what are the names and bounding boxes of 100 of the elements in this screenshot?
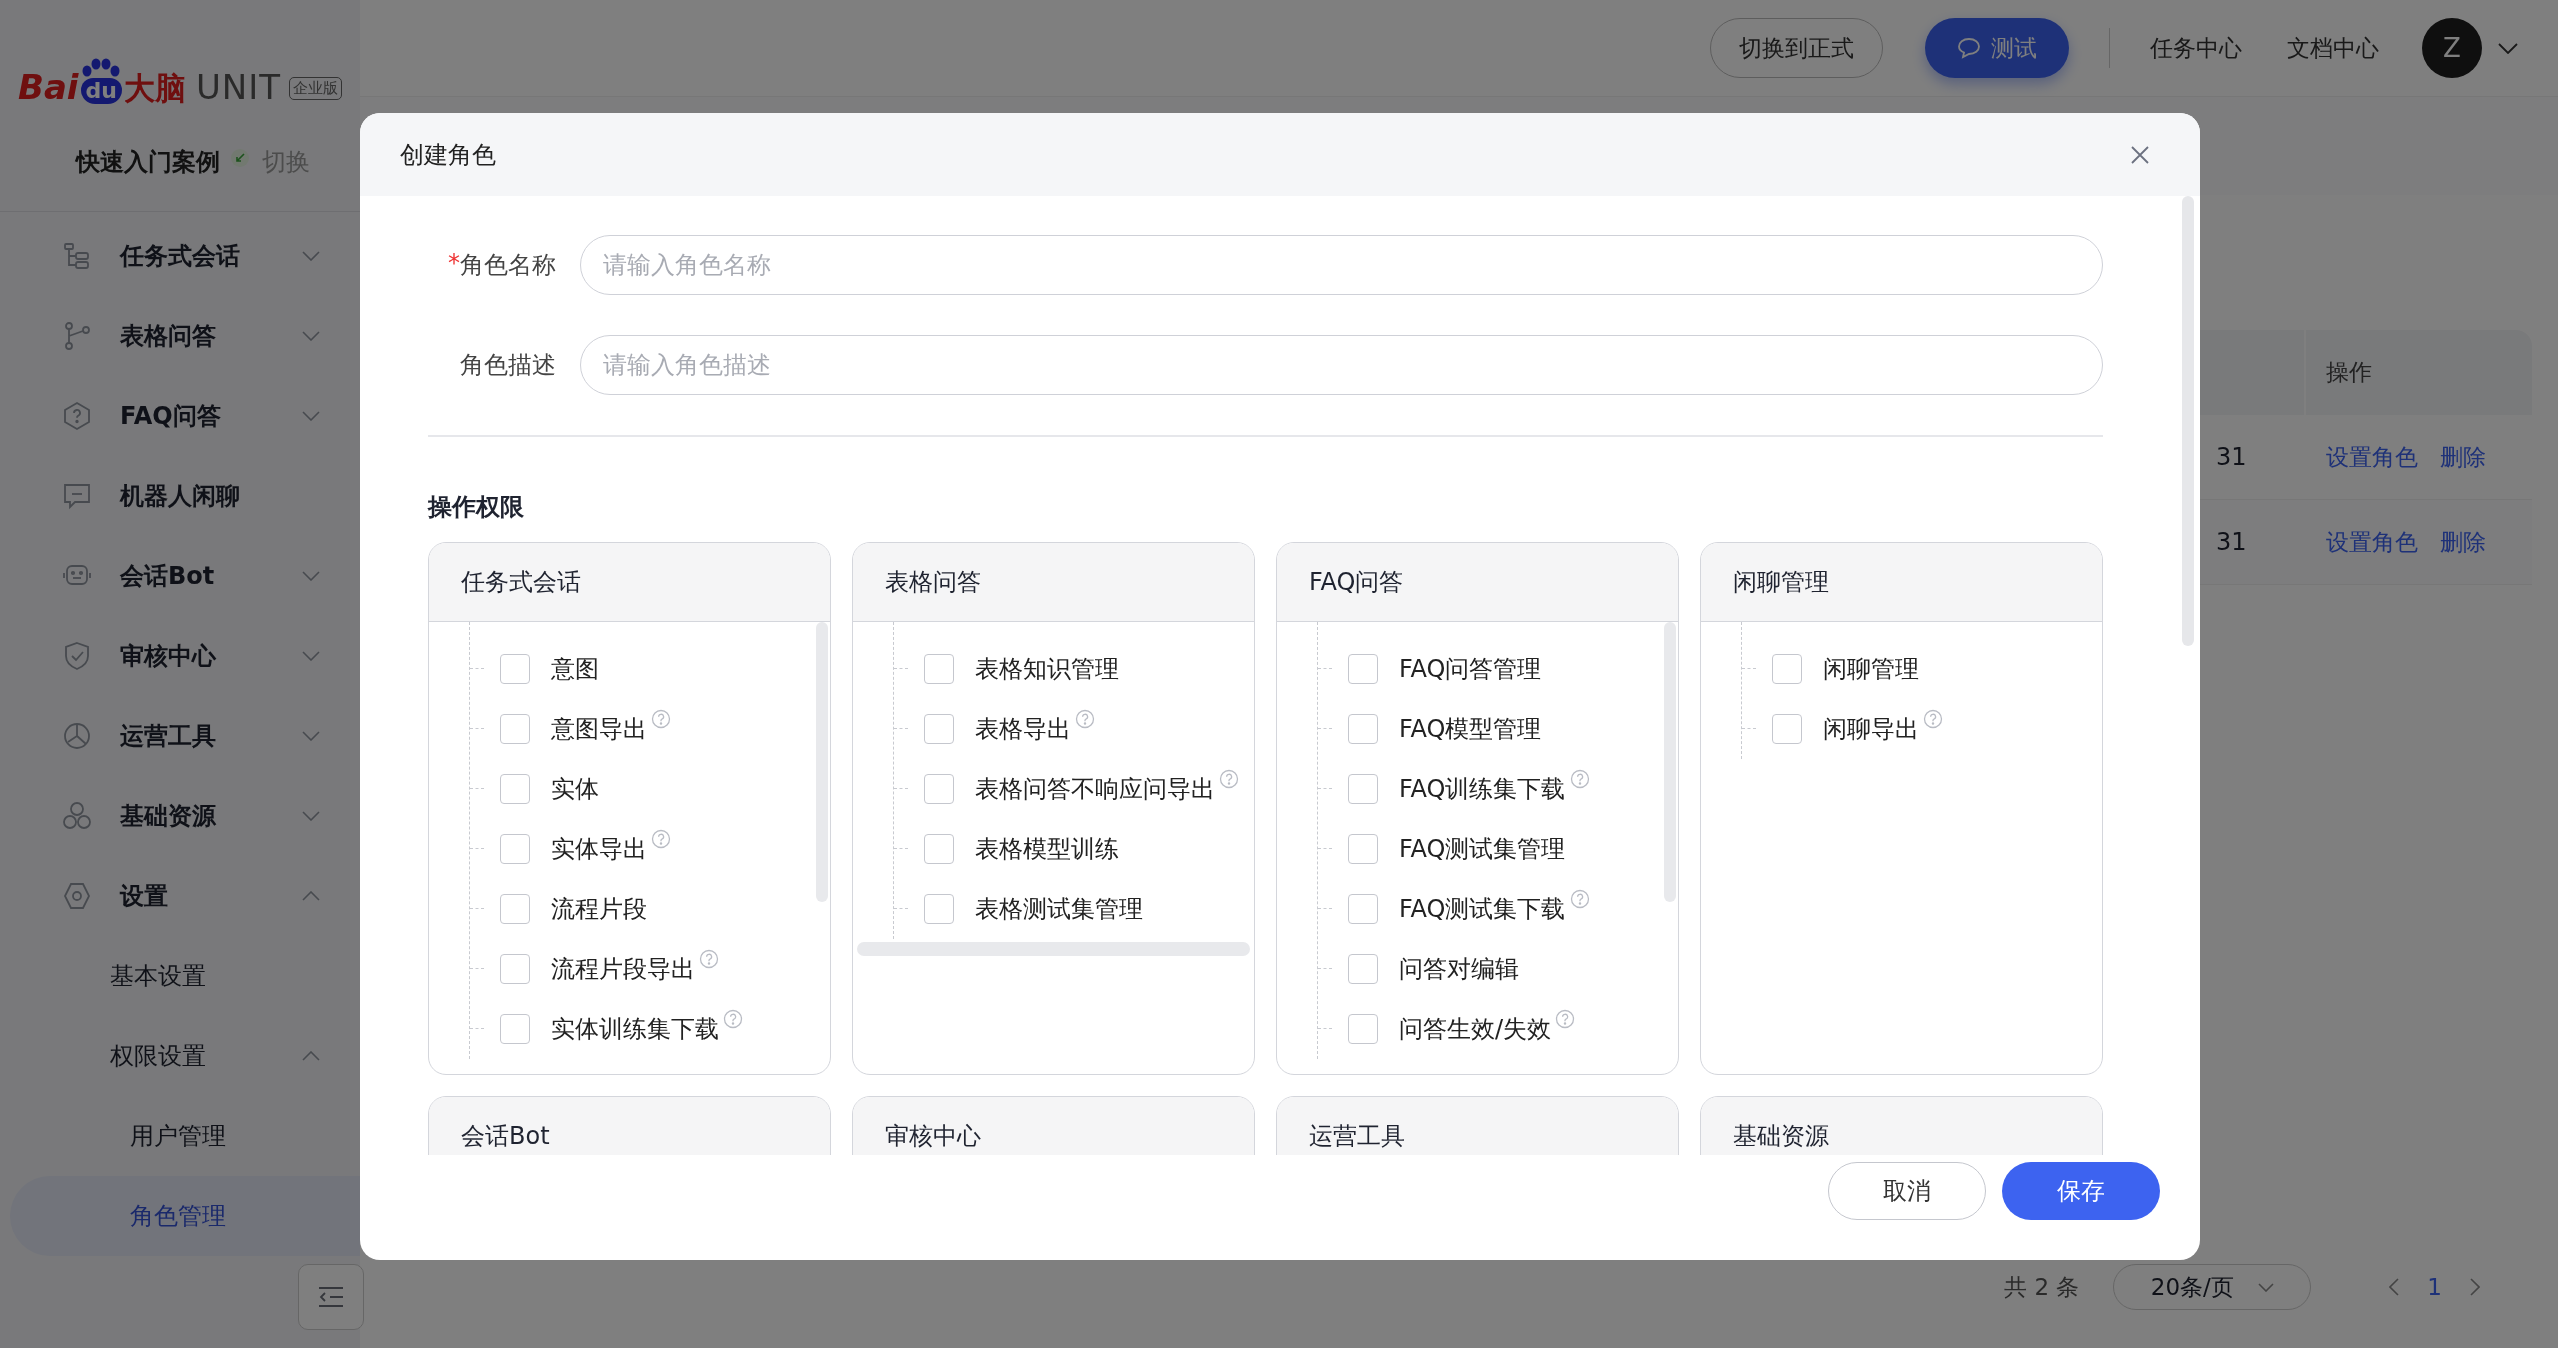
scrollbar[interactable] xyxy=(1664,621,1676,902)
action-link[interactable]: 删除 xyxy=(2440,526,2486,558)
help-icon[interactable] xyxy=(699,948,719,969)
permission-label: 表格模型训练 xyxy=(975,833,1119,865)
tree-icon xyxy=(62,241,92,271)
nav-link[interactable]: 文档中心 xyxy=(2287,32,2379,64)
logo-text: 大脑 xyxy=(123,73,186,104)
checkbox[interactable] xyxy=(924,773,954,804)
action-link[interactable]: 删除 xyxy=(2440,441,2486,473)
nav-item[interactable]: 权限设置 xyxy=(10,1016,360,1096)
permission-label: 实体导出 xyxy=(551,833,647,865)
previous-page-icon[interactable] xyxy=(2389,1278,2400,1296)
help-icon[interactable] xyxy=(1075,708,1095,729)
cancel-button[interactable]: 取消 xyxy=(1828,1162,1986,1220)
checkbox[interactable] xyxy=(1348,833,1378,864)
action-link[interactable]: 设置角色 xyxy=(2326,441,2418,473)
collapse-button[interactable] xyxy=(298,1264,364,1330)
permission-label: 闲聊导出 xyxy=(1823,713,1919,745)
checkbox[interactable] xyxy=(1348,953,1378,984)
permission-label: FAQ模型管理 xyxy=(1399,713,1542,745)
checkbox[interactable] xyxy=(1348,1013,1378,1044)
permission-label: 表格测试集管理 xyxy=(975,893,1143,925)
nav-item[interactable]: 任务式会话 xyxy=(10,216,360,296)
checkbox[interactable] xyxy=(500,953,530,984)
close-icon[interactable] xyxy=(2130,144,2150,165)
permission-label: 流程片段 xyxy=(551,893,647,925)
nav-item[interactable]: 机器人闲聊 xyxy=(10,456,360,536)
checkbox[interactable] xyxy=(1772,713,1802,744)
field-label: 角色描述 xyxy=(460,350,556,381)
help-icon[interactable] xyxy=(1569,888,1590,909)
checkbox[interactable] xyxy=(500,653,530,684)
input-field[interactable]: 请输入角色名称 xyxy=(580,235,2103,295)
avatar[interactable]: Z xyxy=(2422,18,2482,78)
required-mark: * xyxy=(448,249,460,279)
chevron-down-icon xyxy=(2257,1282,2274,1292)
checkbox[interactable] xyxy=(924,713,954,744)
checkbox[interactable] xyxy=(1772,653,1802,684)
checkbox[interactable] xyxy=(924,893,954,924)
checkbox[interactable] xyxy=(1348,893,1378,924)
checkbox[interactable] xyxy=(500,713,530,744)
checkbox[interactable] xyxy=(500,833,530,864)
permission-label: 实体训练集下载 xyxy=(551,1013,719,1045)
nav-link[interactable]: 任务中心 xyxy=(2150,32,2242,64)
nav-item[interactable]: 基础资源 xyxy=(10,776,360,856)
save-button[interactable]: 保存 xyxy=(2002,1162,2160,1220)
help-icon[interactable] xyxy=(1923,708,1943,729)
checkbox[interactable] xyxy=(924,653,954,684)
permission-label: FAQ测试集下载 xyxy=(1399,893,1566,925)
quick-start-link[interactable]: 快速入门案例 xyxy=(76,145,220,178)
checkbox[interactable] xyxy=(924,833,954,864)
table-cell: 31 xyxy=(2216,443,2247,471)
panel-title: 运营工具 xyxy=(1309,1120,1405,1152)
paw-logo: du xyxy=(80,58,122,104)
nav-item[interactable]: 基本设置 xyxy=(10,936,360,1016)
next-page-icon[interactable] xyxy=(2470,1278,2480,1296)
checkbox[interactable] xyxy=(1348,713,1378,744)
chat-icon xyxy=(1956,37,1981,59)
nav-item[interactable]: 设置 xyxy=(10,856,360,936)
checkbox[interactable] xyxy=(1348,773,1378,804)
help-icon[interactable] xyxy=(1569,768,1590,789)
test-button[interactable]: 测试 xyxy=(1924,18,2069,78)
logo-text: UNIT xyxy=(195,70,282,104)
help-icon[interactable] xyxy=(651,708,671,729)
help-icon[interactable] xyxy=(723,1008,743,1029)
permission-label: 问答生效/失效 xyxy=(1399,1013,1552,1045)
nav-item[interactable]: 审核中心 xyxy=(10,616,360,696)
panel-title: 表格问答 xyxy=(885,566,981,598)
nav-item[interactable]: 表格问答 xyxy=(10,296,360,376)
help-icon[interactable] xyxy=(1219,768,1239,789)
nav-item[interactable]: FAQ问答 xyxy=(10,376,360,456)
switch-button[interactable]: 切换到正式 xyxy=(1709,18,1883,78)
permission-label: FAQ训练集下载 xyxy=(1399,773,1566,805)
branch-icon xyxy=(62,321,92,351)
nav-item[interactable]: 角色管理 xyxy=(10,1176,360,1256)
permission-label: 表格问答不响应问导出 xyxy=(975,773,1215,805)
permission-label: 问答对编辑 xyxy=(1399,953,1519,985)
scrollbar[interactable] xyxy=(2182,196,2194,646)
checkbox[interactable] xyxy=(1348,653,1378,684)
scrollbar[interactable] xyxy=(816,621,828,902)
permission-label: 实体 xyxy=(551,773,599,805)
field-label: 角色名称 xyxy=(460,250,556,281)
page-number[interactable]: 1 xyxy=(2427,1274,2442,1300)
checkbox[interactable] xyxy=(500,1013,530,1044)
nav-item[interactable]: 用户管理 xyxy=(10,1096,360,1176)
checkbox[interactable] xyxy=(500,773,530,804)
collapse-icon xyxy=(318,1286,344,1308)
panel-title: 审核中心 xyxy=(885,1120,981,1152)
nav-item[interactable]: 会话Bot xyxy=(10,536,360,616)
chevron-down-icon[interactable] xyxy=(2498,42,2518,54)
permission-label: 意图 xyxy=(551,653,599,685)
input-field[interactable]: 请输入角色描述 xyxy=(580,335,2103,395)
action-link[interactable]: 设置角色 xyxy=(2326,526,2418,558)
permission-label: 表格导出 xyxy=(975,713,1071,745)
panel-title: 闲聊管理 xyxy=(1733,566,1829,598)
permission-label: 闲聊管理 xyxy=(1823,653,1919,685)
help-icon[interactable] xyxy=(651,828,671,849)
checkbox[interactable] xyxy=(500,893,530,924)
nav-item[interactable]: 运营工具 xyxy=(10,696,360,776)
help-icon[interactable] xyxy=(1555,1008,1576,1029)
shield-icon xyxy=(62,641,92,671)
